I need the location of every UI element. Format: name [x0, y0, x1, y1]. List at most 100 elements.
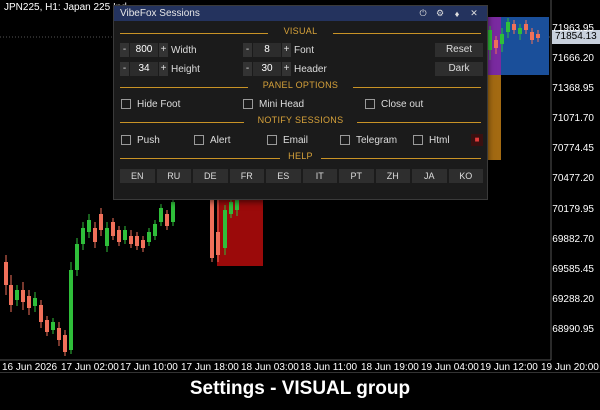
candle-body [33, 298, 37, 306]
checkbox-box [243, 99, 253, 109]
mini-head-checkbox[interactable]: Mini Head [243, 98, 304, 110]
checkbox-box [413, 135, 423, 145]
lang-button-ko[interactable]: KO [448, 169, 483, 183]
lang-button-en[interactable]: EN [120, 169, 155, 183]
candle-body [165, 214, 169, 226]
checkbox-box [121, 135, 131, 145]
email-label: Email [283, 134, 309, 146]
email-checkbox[interactable]: Email [267, 134, 308, 146]
width-decrement-button[interactable]: - [120, 43, 129, 57]
candle-body [87, 220, 91, 232]
candle-body [4, 262, 8, 285]
alert-checkbox[interactable]: Alert [194, 134, 231, 146]
candle-body [141, 240, 145, 248]
price-label: 71666.20 [552, 53, 594, 64]
push-checkbox[interactable]: Push [121, 134, 160, 146]
gear-icon[interactable]: ⚙ [433, 8, 447, 19]
close-out-label: Close out [381, 98, 424, 110]
candle-body [99, 214, 103, 230]
price-label: 70774.45 [552, 143, 594, 154]
candle-body [21, 290, 25, 302]
width-value[interactable]: 800 [130, 43, 158, 57]
candle-body [210, 200, 214, 258]
section-panel-options: PANEL OPTIONS [120, 80, 481, 93]
candle-body [9, 285, 13, 305]
price-label: 71963.95 [552, 23, 594, 34]
header-value[interactable]: 30 [253, 62, 281, 76]
candle-body [117, 230, 121, 242]
lang-button-fr[interactable]: FR [229, 169, 264, 183]
height-increment-button[interactable]: + [159, 62, 168, 76]
candle-body [524, 24, 528, 30]
font-value[interactable]: 8 [253, 43, 281, 57]
candle-body [123, 230, 127, 240]
candle-body [39, 305, 43, 322]
candle-body [506, 22, 510, 32]
hide-foot-checkbox[interactable]: Hide Foot [121, 98, 180, 110]
candle-body [147, 232, 151, 242]
lang-button-ru[interactable]: RU [156, 169, 191, 183]
candle-body [15, 290, 19, 300]
pin-icon[interactable]: ♦ [450, 9, 464, 19]
section-help: HELP [120, 151, 481, 164]
height-value[interactable]: 34 [130, 62, 158, 76]
checkbox-box [267, 135, 277, 145]
candle-body [229, 202, 233, 214]
telegram-checkbox[interactable]: Telegram [340, 134, 397, 146]
font-decrement-button[interactable]: - [243, 43, 252, 57]
panel-title: VibeFox Sessions [120, 8, 200, 19]
close-icon[interactable]: ✕ [467, 8, 481, 19]
price-label: 70477.20 [552, 173, 594, 184]
price-label: 69288.20 [552, 294, 594, 305]
lang-button-zh[interactable]: ZH [375, 169, 410, 183]
lang-button-es[interactable]: ES [266, 169, 301, 183]
lang-button-de[interactable]: DE [193, 169, 228, 183]
section-header-help: HELP [288, 151, 313, 161]
candle-body [111, 222, 115, 236]
html-checkbox[interactable]: Html [413, 134, 450, 146]
header-increment-button[interactable]: + [282, 62, 291, 76]
lang-button-ja[interactable]: JA [412, 169, 447, 183]
width-increment-button[interactable]: + [159, 43, 168, 57]
lang-button-pt[interactable]: PT [339, 169, 374, 183]
session-box-orange [486, 75, 501, 160]
candle-body [57, 328, 61, 340]
height-decrement-button[interactable]: - [120, 62, 129, 76]
height-label: Height [171, 63, 200, 75]
candle-body [129, 236, 133, 244]
checkbox-box [194, 135, 204, 145]
push-label: Push [137, 134, 160, 146]
price-label: 68990.95 [552, 324, 594, 335]
reset-button[interactable]: Reset [435, 43, 483, 57]
candle-body [488, 30, 492, 50]
theme-toggle-button[interactable]: Dark [435, 62, 483, 76]
candle-body [159, 208, 163, 222]
header-stepper: - 30 + Header [243, 62, 327, 76]
candle-body [69, 270, 73, 350]
alert-label: Alert [210, 134, 231, 146]
candle-body [63, 335, 67, 352]
candle-body [530, 32, 534, 40]
font-increment-button[interactable]: + [282, 43, 291, 57]
header-decrement-button[interactable]: - [243, 62, 252, 76]
width-stepper: - 800 + Width [120, 43, 197, 57]
lang-button-it[interactable]: IT [302, 169, 337, 183]
power-icon[interactable]: ⏻ [416, 8, 430, 19]
price-label: 69882.70 [552, 234, 594, 245]
candle-body [105, 228, 109, 246]
section-header-visual: VISUAL [283, 26, 318, 36]
trash-icon[interactable]: ■ [471, 134, 483, 146]
candle-body [81, 228, 85, 244]
telegram-label: Telegram [356, 134, 398, 146]
candle-body [45, 320, 49, 332]
panel-titlebar[interactable]: VibeFox Sessions ⏻ ⚙ ♦ ✕ [114, 6, 487, 21]
section-visual: VISUAL [120, 26, 481, 39]
close-out-checkbox[interactable]: Close out [365, 98, 423, 110]
candle-body [75, 244, 79, 270]
font-label: Font [294, 44, 315, 56]
candle-body [518, 28, 522, 34]
price-label: 69585.45 [552, 264, 594, 275]
candle-body [135, 236, 139, 246]
candle-body [223, 210, 227, 248]
price-label: 70179.95 [552, 204, 594, 215]
